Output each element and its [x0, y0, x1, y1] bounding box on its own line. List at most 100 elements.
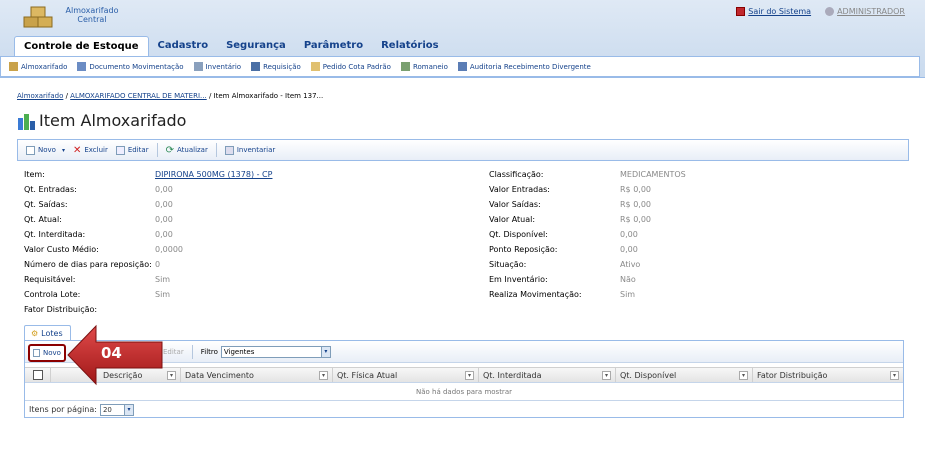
chevron-down-icon[interactable]: ▾ — [123, 404, 133, 415]
inventory-icon — [224, 145, 234, 155]
lotes-icon: ⚙ — [31, 328, 39, 338]
main-menu: Controle de Estoque Cadastro Segurança P… — [14, 36, 448, 56]
field-dias-reposicao: Número de dias para reposição: — [24, 260, 152, 269]
field-value: Não — [620, 275, 636, 284]
excluir-button[interactable]: ✕ Excluir — [73, 145, 108, 156]
logout-link-label[interactable]: Sair do Sistema — [748, 7, 811, 16]
field-label: Fator Distribuição: — [24, 305, 98, 314]
user-icon — [825, 7, 835, 16]
field-classificacao: Classificação: — [489, 170, 544, 179]
field-item-value[interactable]: DIPIRONA 500MG (1378) - CP — [155, 170, 272, 179]
field-label: Realiza Movimentação: — [489, 290, 582, 299]
chevron-down-icon[interactable]: ▾ — [739, 370, 748, 380]
submenu-almoxarifado[interactable]: Almoxarifado — [9, 62, 67, 71]
inventariar-button[interactable]: Inventariar — [224, 145, 275, 155]
arrows-icon — [400, 62, 410, 71]
field-label: Valor Custo Médio: — [24, 245, 99, 254]
menu-tab-parametro[interactable]: Parâmetro — [295, 36, 372, 56]
field-value: Sim — [620, 290, 636, 299]
col-qt-interditada[interactable]: Qt. Interditada ▾ — [479, 368, 616, 382]
field-label: Qt. Disponível: — [489, 230, 548, 239]
breadcrumb-link-almoxarifado-central[interactable]: ALMOXARIFADO CENTRAL DE MATERI... — [70, 92, 207, 100]
chevron-down-icon[interactable]: ▾ — [320, 346, 330, 357]
field-em-inventario: Em Inventário: — [489, 275, 548, 284]
field-value: 0,00 — [620, 230, 638, 239]
app-name-line1: Almoxarifado — [65, 6, 119, 15]
menu-tab-controle-estoque[interactable]: Controle de Estoque — [14, 36, 149, 56]
step-callout: 04 — [66, 322, 166, 386]
app-name: Almoxarifado Central — [62, 6, 122, 24]
chevron-down-icon[interactable]: ▾ — [167, 370, 176, 380]
filtro-group: Filtro Vigentes ▾ — [201, 345, 331, 358]
field-label: Valor Saídas: — [489, 200, 541, 209]
grid-empty-message: Não há dados para mostrar — [416, 388, 512, 396]
submenu-label: Documento Movimentação — [89, 62, 184, 71]
col-data-vencimento[interactable]: Data Vencimento ▾ — [181, 368, 333, 382]
col-data-vencimento-label: Data Vencimento — [185, 370, 254, 380]
new-document-icon — [26, 145, 35, 155]
field-value: 0 — [155, 260, 161, 269]
submenu-label: Auditoria Recebimento Divergente — [469, 62, 591, 71]
menu-tab-relatorios[interactable]: Relatórios — [372, 36, 448, 56]
submenu-romaneio[interactable]: Romaneio — [400, 62, 448, 71]
field-fator-distribuicao: Fator Distribuição: — [24, 305, 97, 314]
col-qt-fisica-atual[interactable]: Qt. Física Atual ▾ — [333, 368, 479, 382]
field-qt-atual: Qt. Atual: — [24, 215, 62, 224]
menu-tab-cadastro[interactable]: Cadastro — [149, 36, 218, 56]
col-fator-distribuicao[interactable]: Fator Distribuição ▾ — [753, 368, 903, 382]
delete-icon: ✕ — [72, 144, 82, 156]
field-qt-saidas: Qt. Saídas: — [24, 200, 68, 209]
field-label: Situação: — [489, 260, 527, 269]
field-valor-custo-medio: Valor Custo Médio: — [24, 245, 99, 254]
select-all-column — [25, 368, 51, 382]
submenu-inventario[interactable]: Inventário — [193, 62, 242, 71]
submenu-auditoria[interactable]: Auditoria Recebimento Divergente — [457, 62, 591, 71]
submenu-pedido-cota-padrao[interactable]: Pedido Cota Padrão — [310, 62, 391, 71]
editar-button[interactable]: Editar — [115, 145, 149, 155]
breadcrumb-current: Item Almoxarifado - Item 137... — [213, 92, 324, 100]
per-page-select[interactable]: 20 ▾ — [99, 403, 134, 416]
tab-lotes[interactable]: ⚙ Lotes — [24, 325, 71, 340]
menu-tab-seguranca[interactable]: Segurança — [217, 36, 295, 56]
field-value: 0,00 — [155, 185, 173, 194]
chevron-down-icon[interactable]: ▾ — [465, 370, 474, 380]
order-icon — [310, 62, 320, 71]
field-value: 0,00 — [620, 245, 638, 254]
logout-link[interactable]: Sair do Sistema — [736, 7, 811, 16]
lotes-novo-button[interactable]: Novo — [28, 344, 66, 362]
filtro-value: Vigentes — [223, 347, 255, 356]
field-qt-disponivel: Qt. Disponível: — [489, 230, 548, 239]
novo-button[interactable]: Novo ▾ — [26, 145, 65, 155]
user-link[interactable]: ADMINISTRADOR — [825, 7, 905, 16]
item-link[interactable]: DIPIRONA 500MG (1378) - CP — [155, 170, 272, 179]
col-qt-disponivel[interactable]: Qt. Disponível ▾ — [616, 368, 753, 382]
tab-lotes-label: Lotes — [41, 328, 63, 338]
filtro-select[interactable]: Vigentes ▾ — [220, 345, 331, 358]
field-value: R$ 0,00 — [620, 185, 652, 194]
atualizar-button[interactable]: ⟳ Atualizar — [166, 145, 208, 156]
submenu-label: Inventário — [205, 62, 242, 71]
field-valor-atual: Valor Atual: — [489, 215, 535, 224]
field-label: Em Inventário: — [489, 275, 548, 284]
field-controla-lote: Controla Lote: — [24, 290, 80, 299]
user-link-label[interactable]: ADMINISTRADOR — [837, 7, 905, 16]
submenu-label: Requisição — [263, 62, 301, 71]
toolbar-separator — [215, 143, 217, 157]
field-label: Qt. Interditada: — [24, 230, 86, 239]
lotes-editar-button[interactable]: Editar — [163, 348, 184, 356]
field-label: Qt. Entradas: — [24, 185, 77, 194]
select-all-checkbox[interactable] — [32, 370, 43, 380]
top-links: Sair do Sistema ADMINISTRADOR — [736, 7, 905, 16]
chevron-down-icon[interactable]: ▾ — [602, 370, 611, 380]
submenu-label: Romaneio — [412, 62, 448, 71]
chevron-down-icon[interactable]: ▾ — [319, 370, 328, 380]
breadcrumb-link-almoxarifado[interactable]: Almoxarifado — [17, 92, 63, 100]
submenu-documento-movimentacao[interactable]: Documento Movimentação — [77, 62, 184, 71]
field-label: Ponto Reposição: — [489, 245, 558, 254]
chevron-down-icon[interactable]: ▾ — [890, 370, 899, 380]
novo-button-label: Novo — [38, 146, 56, 154]
item-toolbar: Novo ▾ ✕ Excluir Editar ⟳ Atualizar Inventa… — [17, 139, 909, 161]
submenu-requisicao[interactable]: Requisição — [251, 62, 301, 71]
chevron-down-icon[interactable]: ▾ — [62, 147, 65, 154]
field-value: R$ 0,00 — [620, 215, 652, 224]
